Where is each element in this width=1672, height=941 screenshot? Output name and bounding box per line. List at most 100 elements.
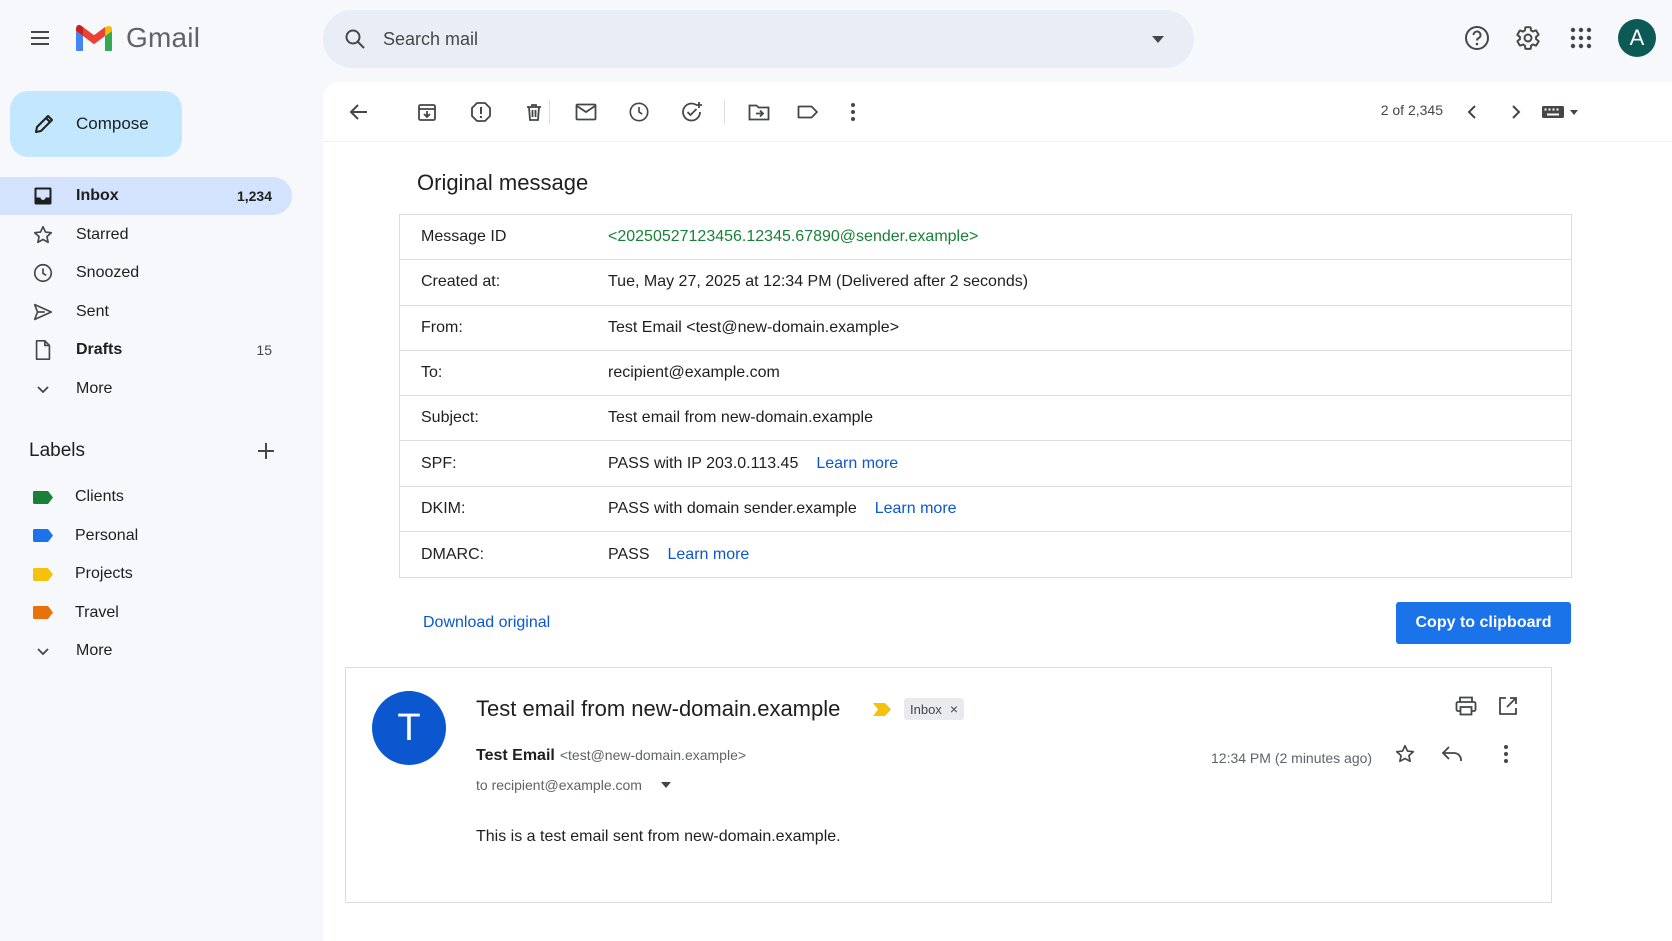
label-item-projects[interactable]: Projects [0,555,292,594]
download-original-link[interactable]: Download original [423,614,550,632]
row-key: To: [421,364,443,382]
send-icon [33,303,53,320]
pager-text: 2 of 2,345 [1380,102,1443,118]
sidebar-item-drafts[interactable]: Drafts 15 [0,331,292,369]
labels-button[interactable] [790,94,826,130]
sidebar-item-starred[interactable]: Starred [0,216,292,254]
message-card: T Test email from new-domain.example Inb… [345,667,1552,903]
remove-label-button[interactable]: × [950,701,958,717]
main-menu-button[interactable] [20,18,60,58]
chip-label: Inbox [910,701,942,717]
dmarc-learn-more-link[interactable]: Learn more [668,546,750,564]
recipient-line: to recipient@example.com [476,775,676,795]
recipient-text: to recipient@example.com [476,777,642,793]
create-label-button[interactable] [253,438,279,464]
main-panel: 2 of 2,345 Original message Message ID <… [323,82,1672,941]
reply-icon [1441,746,1462,761]
apps-grid-icon [1570,27,1592,49]
older-button[interactable] [1498,94,1534,130]
show-details-button[interactable] [656,775,676,795]
open-new-window-button[interactable] [1492,690,1524,722]
folder-move-icon [748,104,770,121]
caret-down-icon [1152,36,1164,43]
label-tag-icon [33,490,53,504]
sidebar-item-label: Inbox [76,187,119,204]
sidebar-nav: Inbox 1,234 Starred Snoozed Sent Drafts … [0,177,292,408]
row-key: DKIM: [421,499,466,517]
label-item-personal[interactable]: Personal [0,517,292,556]
label-item-travel[interactable]: Travel [0,594,292,633]
row-value: Test Email <test@new-domain.example> [608,318,900,336]
report-spam-button[interactable] [463,94,499,130]
apps-button[interactable] [1561,18,1601,58]
label-tag-icon [33,606,53,620]
copy-to-clipboard-button[interactable]: Copy to clipboard [1396,602,1571,644]
labels-more-label: More [76,642,113,660]
importance-marker-icon[interactable] [873,703,891,716]
label-name: Travel [75,603,119,621]
search-input[interactable] [383,28,1130,50]
chevron-left-icon [1467,105,1476,119]
sidebar-item-label: Snoozed [76,264,140,281]
labels-header: Labels [29,438,279,464]
compose-button[interactable]: Compose [10,91,182,157]
gear-icon [1516,26,1540,50]
search-button[interactable] [327,10,383,68]
sender-name[interactable]: Test Email [476,747,555,765]
newer-button[interactable] [1454,94,1490,130]
unread-count: 1,234 [236,188,272,204]
add-to-tasks-button[interactable] [674,94,710,130]
archive-button[interactable] [409,94,445,130]
spf-learn-more-link[interactable]: Learn more [816,455,898,473]
snooze-button[interactable] [621,94,657,130]
help-icon [1465,26,1489,50]
table-row: From: Test Email <test@new-domain.exampl… [400,306,1571,351]
inbox-icon [34,187,52,205]
sender-avatar[interactable]: T [372,691,446,765]
mark-unread-button[interactable] [568,94,604,130]
star-icon [1395,744,1415,763]
add-task-icon [682,102,702,122]
reply-button[interactable] [1436,738,1468,770]
sidebar-item-snoozed[interactable]: Snoozed [0,254,292,292]
row-key: SPF: [421,454,457,472]
label-item-clients[interactable]: Clients [0,478,292,517]
chevron-down-icon [37,385,49,393]
sidebar-item-label: Drafts [76,341,123,358]
label-name: Clients [75,488,124,506]
pencil-icon [35,115,53,133]
drafts-count: 15 [256,342,272,358]
dkim-learn-more-link[interactable]: Learn more [875,500,957,518]
sidebar-item-more[interactable]: More [0,370,292,408]
move-to-button[interactable] [741,94,777,130]
sidebar-item-label: More [76,379,113,397]
draft-file-icon [35,340,51,360]
caret-down-icon [660,782,671,788]
labels-more[interactable]: More [0,632,292,671]
open-in-new-icon [1499,697,1517,715]
message-more-button[interactable] [1490,738,1522,770]
gmail-logo[interactable]: Gmail [74,22,200,54]
more-options-button[interactable] [835,94,871,130]
input-tools-button[interactable] [1536,94,1586,130]
back-button[interactable] [341,94,377,130]
sidebar-item-inbox[interactable]: Inbox 1,234 [0,177,292,215]
clock-icon [33,263,53,283]
delete-button[interactable] [516,94,552,130]
print-all-button[interactable] [1450,690,1482,722]
table-row: Message ID <20250527123456.12345.67890@s… [400,215,1571,261]
search-options-button[interactable] [1130,10,1186,68]
sidebar-item-sent[interactable]: Sent [0,293,292,331]
plus-icon [258,443,274,459]
label-name: Personal [75,526,139,544]
more-vert-icon [851,103,855,121]
print-icon [1455,696,1477,716]
message-time: 12:34 PM (2 minutes ago) [1211,750,1373,766]
table-row: Subject: Test email from new-domain.exam… [400,396,1571,442]
message-subject: Test email from new-domain.example [476,696,841,721]
more-vert-icon [1504,745,1508,763]
settings-button[interactable] [1508,18,1548,58]
star-button[interactable] [1389,738,1421,770]
support-button[interactable] [1457,18,1497,58]
account-avatar[interactable]: A [1618,19,1656,57]
